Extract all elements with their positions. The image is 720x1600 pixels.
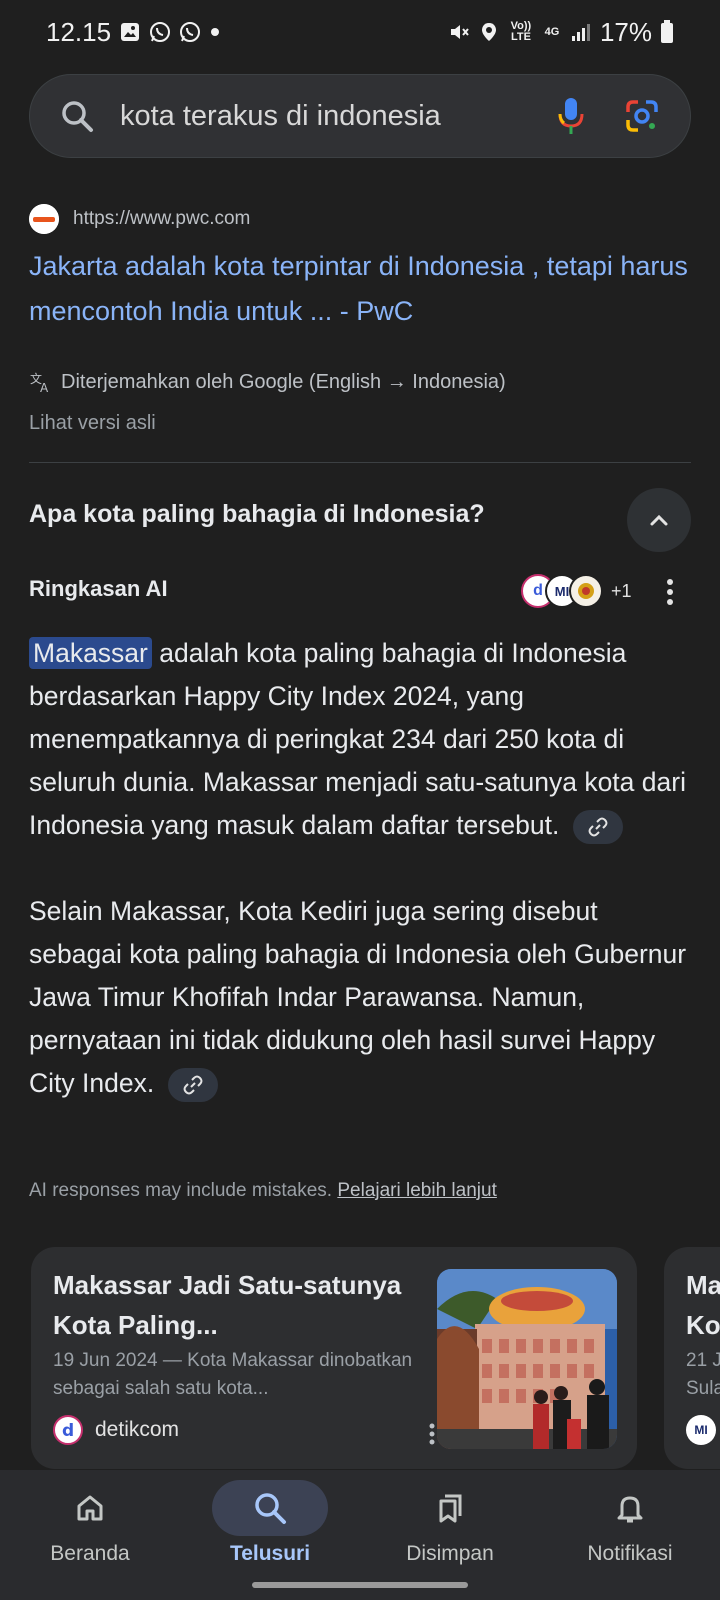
nav-label: Notifikasi: [587, 1542, 673, 1565]
collapse-button[interactable]: [627, 488, 691, 552]
bottom-navigation: Beranda Telusuri Disimpan Notifikasi: [0, 1470, 720, 1600]
whatsapp-icon: [180, 22, 201, 42]
home-icon: [77, 1495, 103, 1521]
related-question[interactable]: Apa kota paling bahagia di Indonesia?: [29, 500, 485, 529]
search-input[interactable]: kota terakus di indonesia: [120, 100, 556, 133]
emblem-source-icon: [569, 574, 603, 608]
citation-link-button[interactable]: [167, 1068, 218, 1102]
ai-overview-header: Ringkasan AI: [29, 576, 168, 601]
battery-percent: 17%: [599, 16, 652, 47]
svg-text:A: A: [40, 381, 49, 394]
more-sources-count: +1: [611, 580, 632, 601]
result-source[interactable]: https://www.pwc.com: [29, 204, 250, 234]
card-snippet-partial: 21 J Sula: [686, 1350, 720, 1399]
volte-label: Vo)) LTE: [510, 20, 532, 43]
mute-icon: [450, 25, 469, 39]
source-icons[interactable]: d MI +1: [521, 574, 632, 608]
nav-beranda[interactable]: Beranda: [5, 1480, 175, 1600]
source-card[interactable]: Makassar Jadi Satu-satunya Kota Paling..…: [31, 1247, 637, 1469]
bell-icon: [617, 1496, 643, 1523]
link-icon: [183, 1075, 203, 1095]
nav-notifikasi[interactable]: Notifikasi: [545, 1480, 715, 1600]
translation-note: 文 A Diterjemahkan oleh Google (English →…: [29, 370, 506, 395]
more-options-icon[interactable]: [666, 578, 674, 606]
card-source-name: detikcom: [95, 1418, 180, 1441]
search-icon[interactable]: [60, 99, 94, 133]
source-card[interactable]: Ma Ko 21 J Sula MI: [664, 1247, 720, 1469]
search-icon: [255, 1493, 286, 1524]
bookmarks-icon: [439, 1494, 462, 1523]
mi-source-icon: MI: [686, 1415, 716, 1445]
view-original-link[interactable]: Lihat versi asli: [29, 412, 156, 435]
disclaimer-text: AI responses may include mistakes.: [29, 1180, 338, 1201]
gallery-notification-icon: [121, 23, 140, 41]
card-snippet: 19 Jun 2024 — Kota Makassar dinobatkan s…: [53, 1350, 413, 1399]
pwc-favicon: [29, 204, 59, 234]
search-bar[interactable]: kota terakus di indonesia: [29, 74, 691, 158]
ai-paragraph-1: Makassar adalah kota paling bahagia di I…: [29, 632, 694, 847]
ai-overview-body: Makassar adalah kota paling bahagia di I…: [29, 632, 694, 1105]
location-icon: [481, 23, 496, 41]
highlighted-answer: Makassar: [29, 637, 152, 669]
nav-label: Telusuri: [229, 1542, 311, 1565]
whatsapp-icon: [150, 22, 171, 42]
ai-paragraph-2: Selain Makassar, Kota Kediri juga sering…: [29, 890, 694, 1105]
voice-search-icon[interactable]: [556, 96, 586, 136]
link-icon: [588, 817, 608, 837]
google-lens-icon[interactable]: [624, 98, 660, 134]
ai-paragraph-2-text: Selain Makassar, Kota Kediri juga sering…: [29, 896, 687, 1098]
network-type-label: 4G: [544, 25, 560, 38]
nav-label: Disimpan: [406, 1542, 494, 1565]
citation-link-button[interactable]: [572, 810, 623, 844]
status-time: 12.15: [46, 16, 112, 47]
card-title-partial: Ma Ko: [686, 1270, 720, 1340]
detik-source-icon: d: [53, 1415, 83, 1445]
translate-icon: 文 A: [30, 371, 49, 394]
card-title: Makassar Jadi Satu-satunya Kota Paling..…: [53, 1270, 402, 1340]
ai-disclaimer: AI responses may include mistakes. Pelaj…: [29, 1180, 497, 1202]
translation-text: Diterjemahkan oleh Google (English → Ind…: [61, 370, 506, 393]
battery-icon: [661, 20, 673, 43]
result-title-link[interactable]: Jakarta adalah kota terpintar di Indones…: [29, 244, 691, 334]
card-more-options-icon[interactable]: [429, 1423, 435, 1445]
divider: [29, 462, 691, 463]
signal-icon: [571, 24, 590, 41]
home-indicator[interactable]: [252, 1582, 468, 1588]
card-source: d detikcom: [53, 1415, 179, 1445]
result-url: https://www.pwc.com: [73, 208, 251, 229]
chevron-up-icon: [650, 514, 668, 526]
nav-label: Beranda: [50, 1542, 130, 1565]
mosque-thumbnail-image: [437, 1269, 617, 1449]
notification-dot-icon: [211, 28, 220, 36]
learn-more-link[interactable]: Pelajari lebih lanjut: [337, 1180, 497, 1201]
status-bar: 12.15 Vo)) LTE 4G 17%: [0, 0, 720, 64]
svg-text:d: d: [62, 1421, 74, 1441]
